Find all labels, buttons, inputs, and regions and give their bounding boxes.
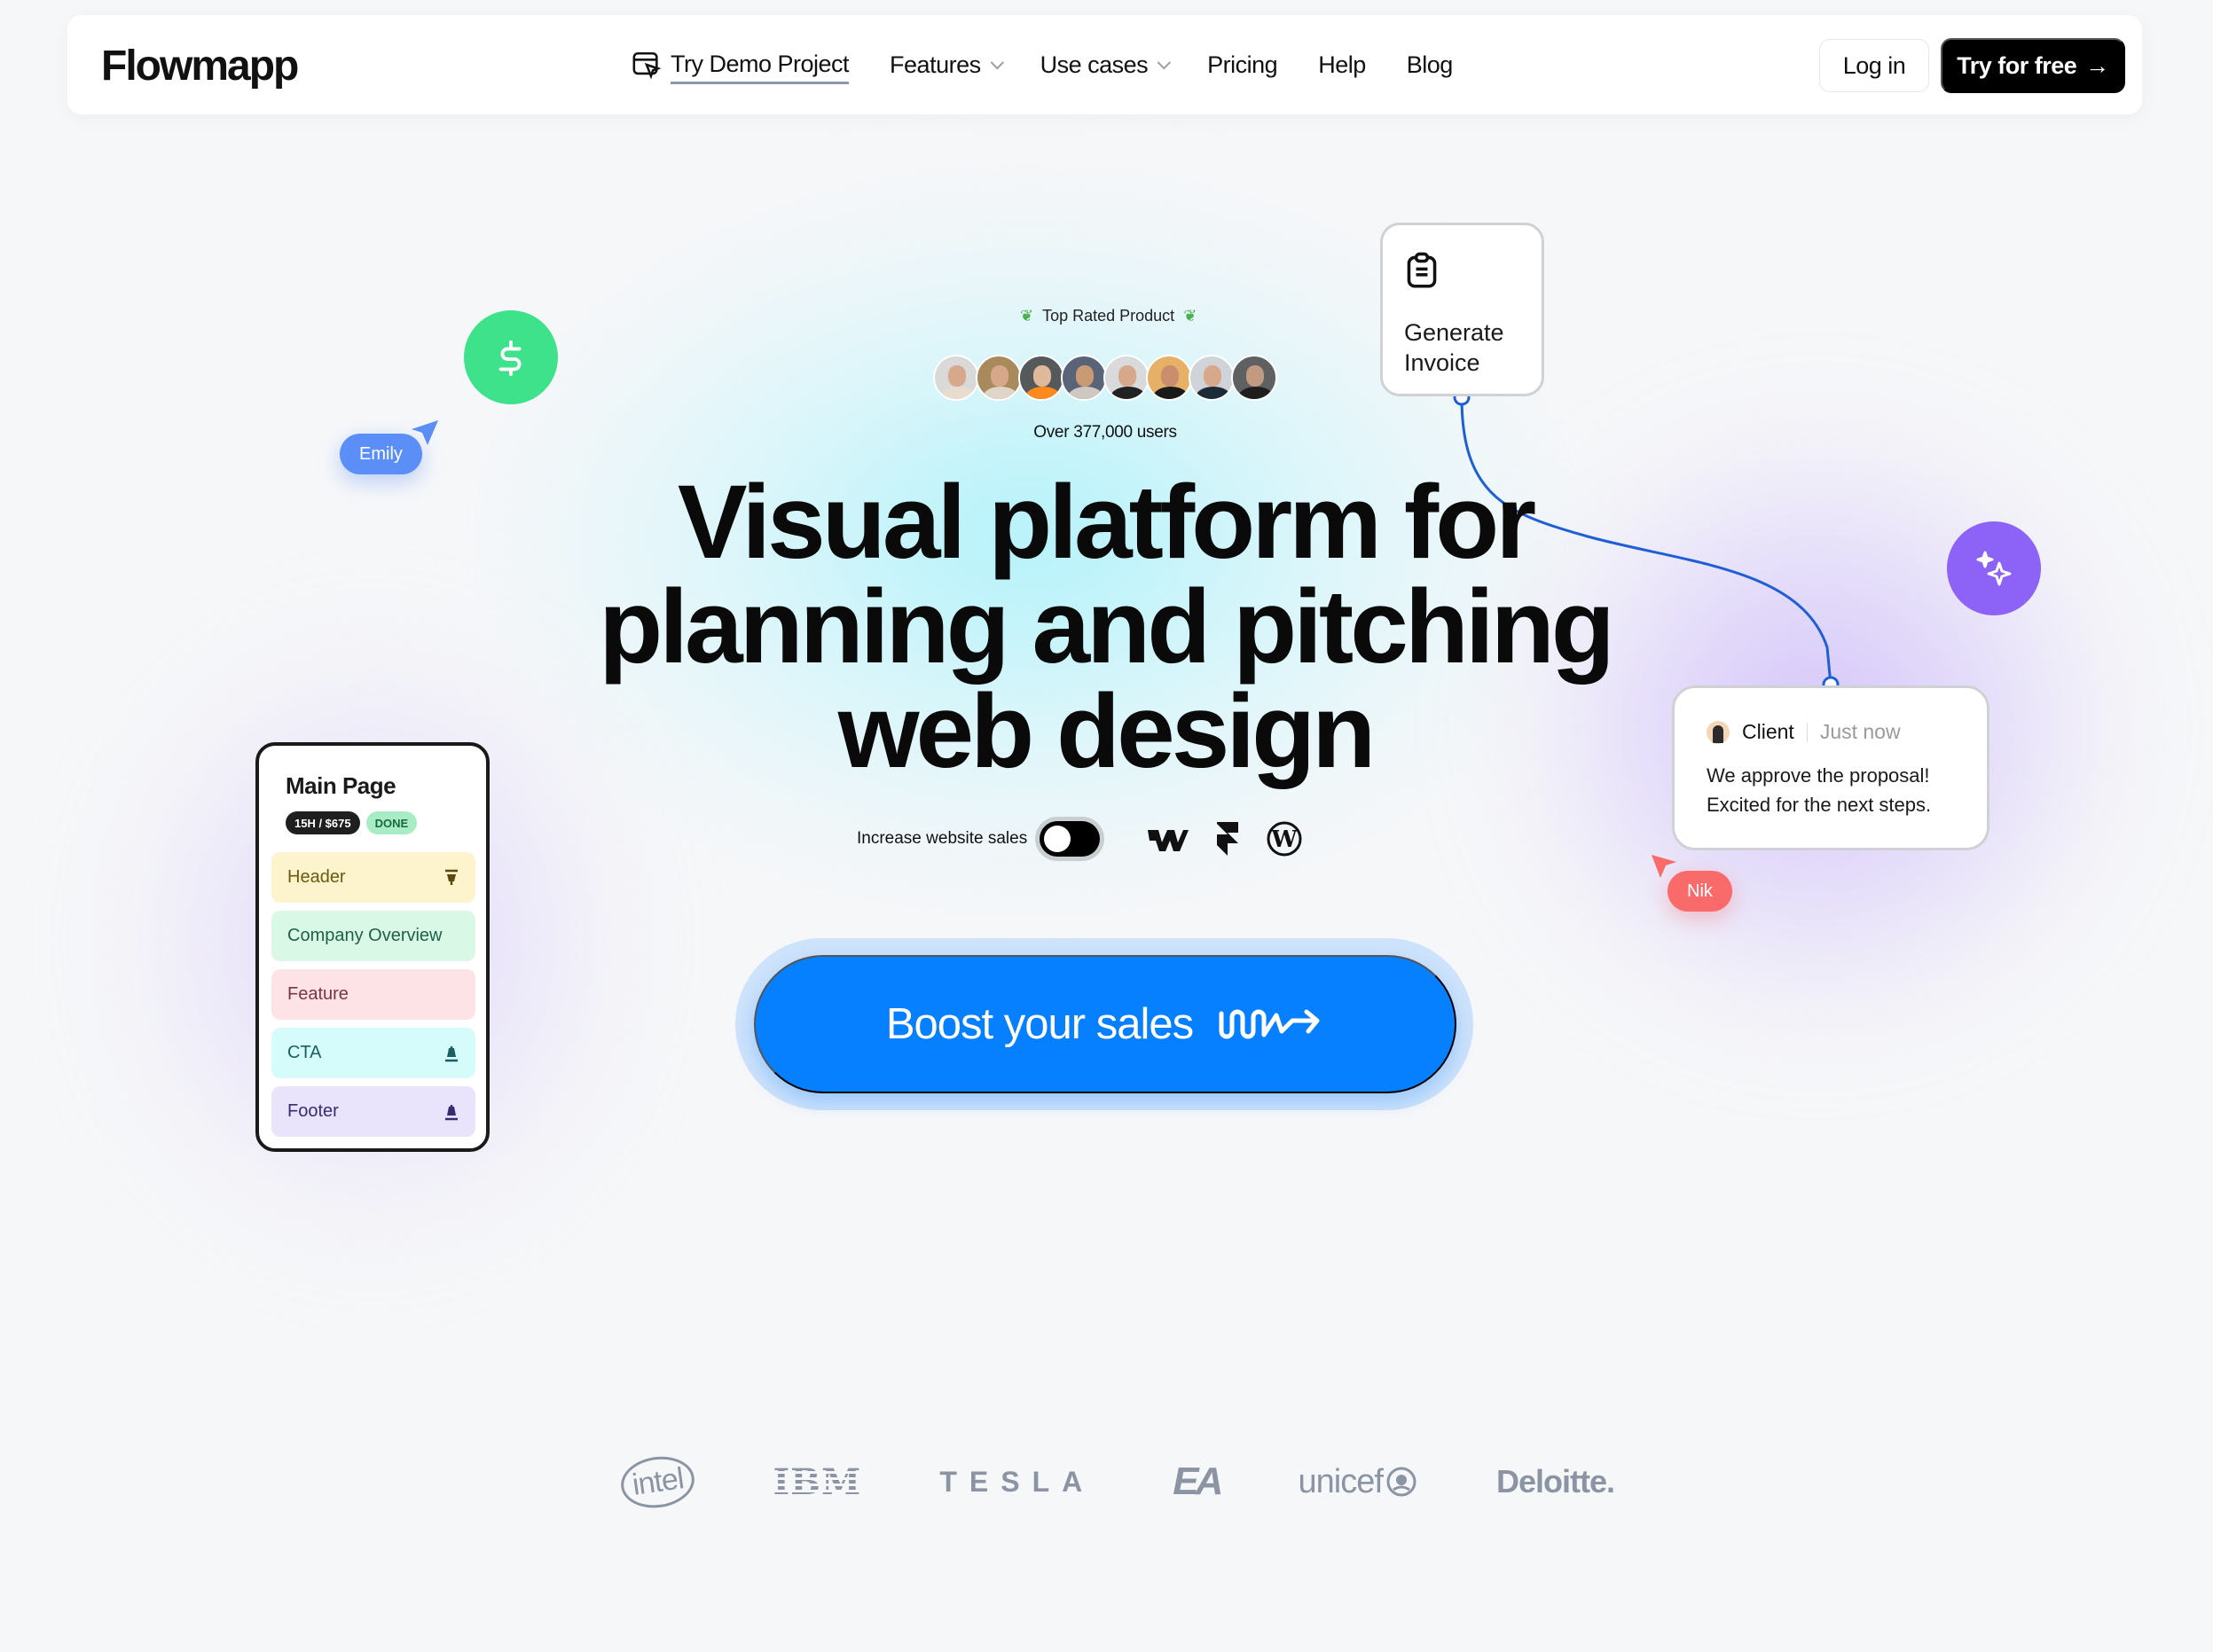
arrow-right-icon: → [2085,51,2109,79]
avatar [1146,355,1192,401]
dollar-badge [464,310,558,404]
section-label: Company Overview [287,926,443,945]
price-badge: 15H / $675 [286,811,360,834]
nav-help[interactable]: Help [1318,51,1366,79]
chevron-down-icon [1157,55,1172,69]
avatar [1103,355,1150,401]
section-label: CTA [287,1043,322,1062]
client-header: Client Just now [1707,720,1901,744]
unicef-emblem-icon [1386,1467,1416,1497]
client-comment-card: Client Just now We approve the proposal!… [1672,685,1989,850]
nav-pricing[interactable]: Pricing [1207,51,1278,79]
avatar [976,355,1022,401]
platform-icons: W [1148,821,1329,857]
hero-title-line-2: planning and pitching [599,568,1615,685]
user-avatars [933,355,1277,401]
avatar [1061,355,1107,401]
client-avatar [1707,720,1730,744]
generate-invoice-card[interactable]: Generate Invoice [1380,223,1544,396]
client-message-line-2: Excited for the next steps. [1707,794,1932,816]
boost-label: Boost your sales [885,1000,1194,1048]
laurel-right-icon: ❦ [1183,307,1197,325]
toggle-knob [1044,826,1071,852]
align-top-icon [445,869,458,885]
client-logos: intel IBM TESLA EA unicef Deloitte. [617,1451,1615,1513]
clipboard-icon [1407,252,1437,288]
increase-sales-toggle[interactable] [1040,821,1101,857]
main-page-card[interactable]: Main Page 15H / $675 DONE Header Company… [255,742,490,1152]
section-cta[interactable]: CTA [271,1028,475,1078]
align-bottom-icon [445,1104,458,1120]
cursor-tag-nik: Nik [1668,871,1732,912]
status-badge: DONE [365,811,418,834]
section-feature[interactable]: Feature [271,969,475,1020]
main-page-title: Main Page [286,772,396,799]
boost-your-sales-button[interactable]: Boost your sales [754,955,1456,1093]
avatar [933,355,979,401]
svg-text:W: W [1271,826,1299,853]
login-button[interactable]: Log in [1819,39,1929,92]
section-footer[interactable]: Footer [271,1086,475,1137]
avatar [1018,355,1064,401]
framer-icon [1217,822,1239,856]
cursor-pointer-emily-icon [412,420,438,445]
ea-logo: EA [1173,1460,1223,1503]
nav-use-cases[interactable]: Use cases [1040,51,1172,79]
invoice-label-line-1: Generate [1404,319,1504,346]
section-label: Footer [287,1101,339,1121]
section-label: Header [287,867,346,887]
ibm-logo: IBM [773,1460,862,1503]
hero-title-line-1: Visual platform for [677,464,1536,581]
nav-use-cases-label: Use cases [1040,51,1149,78]
try-for-free-label: Try for free [1957,51,2077,79]
squiggle-arrow-icon [1219,1009,1320,1039]
try-demo-label: Try Demo Project [671,51,850,84]
flowmapp-logo[interactable]: Flowmapp [101,42,299,90]
section-header[interactable]: Header [271,852,475,903]
section-label: Feature [287,984,349,1004]
unicef-wordmark: unicef [1298,1462,1384,1500]
top-rated-badge: ❦ Top Rated Product ❦ [1011,307,1205,325]
intel-logo: intel [617,1451,698,1513]
nav-features-label: Features [890,51,981,78]
demo-browser-cursor-icon [632,51,662,80]
hero-title: Visual platform for planning and pitchin… [484,470,1726,784]
align-bottom-icon [445,1045,458,1061]
client-message-line-1: We approve the proposal! [1707,764,1930,787]
sales-toggle-row: Increase website sales W [857,821,1329,857]
client-timestamp: Just now [1819,720,1901,743]
avatar [1231,355,1277,401]
client-message: We approve the proposal! Excited for the… [1707,761,1931,819]
sparkle-icon [1976,551,2012,586]
avatar [1189,355,1235,401]
chevron-down-icon [990,55,1004,69]
divider [1806,722,1808,742]
wordpress-icon: W [1267,821,1302,857]
nav-links: Try Demo Project Features Use cases Pric… [632,15,1494,114]
try-demo-link[interactable]: Try Demo Project [632,45,850,84]
invoice-label-line-2: Invoice [1404,349,1480,376]
nav-blog[interactable]: Blog [1407,51,1454,79]
hero-title-line-3: web design [837,673,1377,790]
section-company-overview[interactable]: Company Overview [271,911,475,961]
invoice-label: Generate Invoice [1404,317,1504,378]
ai-sparkle-badge [1947,521,2041,615]
dollar-icon [498,340,522,377]
top-rated-label: Top Rated Product [1042,307,1175,325]
page-sections-list: Header Company Overview Feature CTA Foot… [271,852,475,1145]
webflow-icon [1148,830,1189,851]
deloitte-logo: Deloitte. [1495,1463,1615,1499]
try-for-free-button[interactable]: Try for free → [1941,38,2125,93]
unicef-logo: unicef [1299,1463,1418,1501]
tesla-logo: TESLA [939,1465,1095,1498]
laurel-left-icon: ❦ [1020,307,1034,325]
nav-features[interactable]: Features [890,51,1004,79]
client-name: Client [1742,720,1794,743]
toggle-label: Increase website sales [857,829,1028,848]
navbar: Flowmapp Try Demo Project Features Use c… [67,15,2142,114]
main-page-badges: 15H / $675 DONE [286,811,423,834]
users-count: Over 377,000 users [1033,423,1177,442]
